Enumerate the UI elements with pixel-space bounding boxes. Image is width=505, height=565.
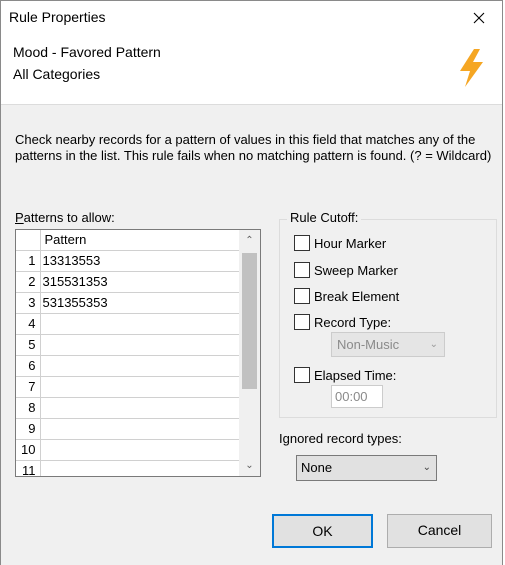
ignored-record-types-select[interactable]: None ⌄	[296, 455, 437, 481]
table-row: 8	[16, 397, 240, 419]
table-row: 5	[16, 334, 240, 356]
patterns-label-hotkey: P	[15, 210, 24, 225]
window-title: Rule Properties	[9, 9, 106, 25]
table-row: 7	[16, 376, 240, 398]
checkbox-box[interactable]	[294, 288, 310, 304]
pattern-cell[interactable]	[40, 460, 240, 476]
lightning-bolt-icon	[460, 49, 483, 87]
row-number: 6	[16, 355, 41, 377]
pattern-cell[interactable]: 13313553	[40, 250, 240, 272]
table-row: 6	[16, 355, 240, 377]
sweep-marker-checkbox[interactable]: Sweep Marker	[294, 262, 398, 278]
row-number: 9	[16, 418, 41, 440]
pattern-cell[interactable]	[40, 334, 240, 356]
table-row: 9	[16, 418, 240, 440]
close-button[interactable]	[456, 1, 502, 35]
sweep-marker-label: Sweep Marker	[314, 262, 398, 278]
patterns-table: Pattern 1 13313553 2 315531353 3 531355353 …	[16, 230, 240, 476]
table-row: 4	[16, 313, 240, 335]
record-type-checkbox[interactable]: Record Type:	[294, 314, 391, 330]
checkbox-box[interactable]	[294, 235, 310, 251]
row-number: 10	[16, 439, 41, 461]
scroll-up-arrow-icon[interactable]: ⌃	[239, 230, 260, 251]
dialog-header: Mood - Favored Pattern All Categories	[1, 35, 502, 105]
cancel-button[interactable]: Cancel	[387, 514, 492, 548]
patterns-scrollbar[interactable]: ⌃ ⌄	[239, 230, 260, 476]
row-number: 11	[16, 460, 41, 476]
record-type-value: Non-Music	[337, 337, 400, 352]
break-element-checkbox[interactable]: Break Element	[294, 288, 399, 304]
pattern-cell[interactable]	[40, 313, 240, 335]
record-type-select: Non-Music ⌄	[331, 332, 445, 357]
elapsed-time-label: Elapsed Time:	[314, 367, 397, 383]
pattern-cell[interactable]	[40, 355, 240, 377]
close-icon	[473, 12, 485, 24]
pattern-cell[interactable]	[40, 439, 240, 461]
scroll-thumb[interactable]	[242, 253, 257, 389]
row-number-header	[16, 230, 41, 251]
patterns-header-row: Pattern	[16, 230, 240, 251]
row-number: 8	[16, 397, 41, 419]
rule-name: Mood - Favored Pattern	[13, 44, 161, 60]
table-row: 10	[16, 439, 240, 461]
row-number: 4	[16, 313, 41, 335]
pattern-cell[interactable]	[40, 418, 240, 440]
rule-cutoff-title: Rule Cutoff:	[287, 210, 362, 225]
pattern-cell[interactable]: 315531353	[40, 271, 240, 293]
row-number: 2	[16, 271, 41, 293]
hour-marker-label: Hour Marker	[314, 235, 387, 251]
table-row: 11	[16, 460, 240, 476]
elapsed-time-checkbox[interactable]: Elapsed Time:	[294, 367, 396, 383]
pattern-cell[interactable]	[40, 376, 240, 398]
checkbox-box[interactable]	[294, 262, 310, 278]
table-row: 2 315531353	[16, 271, 240, 293]
record-type-label: Record Type:	[314, 314, 392, 330]
chevron-down-icon: ⌄	[422, 462, 431, 473]
break-element-label: Break Element	[314, 288, 400, 304]
row-number: 5	[16, 334, 41, 356]
hour-marker-checkbox[interactable]: Hour Marker	[294, 235, 386, 251]
patterns-label-text: atterns to allow:	[23, 210, 115, 225]
table-row: 3 531355353	[16, 292, 240, 314]
row-number: 7	[16, 376, 41, 398]
ignored-record-types-value: None	[301, 460, 333, 475]
patterns-grid[interactable]: Pattern 1 13313553 2 315531353 3 531355353 …	[15, 229, 261, 477]
rule-properties-dialog: Rule Properties Mood - Favored Pattern A…	[0, 0, 503, 565]
checkbox-box[interactable]	[294, 367, 310, 383]
checkbox-box[interactable]	[294, 314, 310, 330]
scroll-down-arrow-icon[interactable]: ⌄	[239, 455, 260, 476]
table-row: 1 13313553	[16, 250, 240, 272]
pattern-cell[interactable]	[40, 397, 240, 419]
ok-button[interactable]: OK	[272, 514, 373, 548]
chevron-down-icon: ⌄	[429, 339, 438, 350]
patterns-label: Patterns to allow:	[15, 210, 115, 225]
row-number: 3	[16, 292, 41, 314]
row-number: 1	[16, 250, 41, 272]
title-bar: Rule Properties	[1, 1, 502, 35]
ignored-record-types-label: Ignored record types:	[279, 431, 402, 446]
pattern-column-header[interactable]: Pattern	[40, 230, 240, 251]
rule-description: Check nearby records for a pattern of va…	[15, 132, 492, 163]
rule-category: All Categories	[13, 66, 101, 82]
pattern-cell[interactable]: 531355353	[40, 292, 240, 314]
elapsed-time-field: 00:00	[331, 385, 383, 408]
